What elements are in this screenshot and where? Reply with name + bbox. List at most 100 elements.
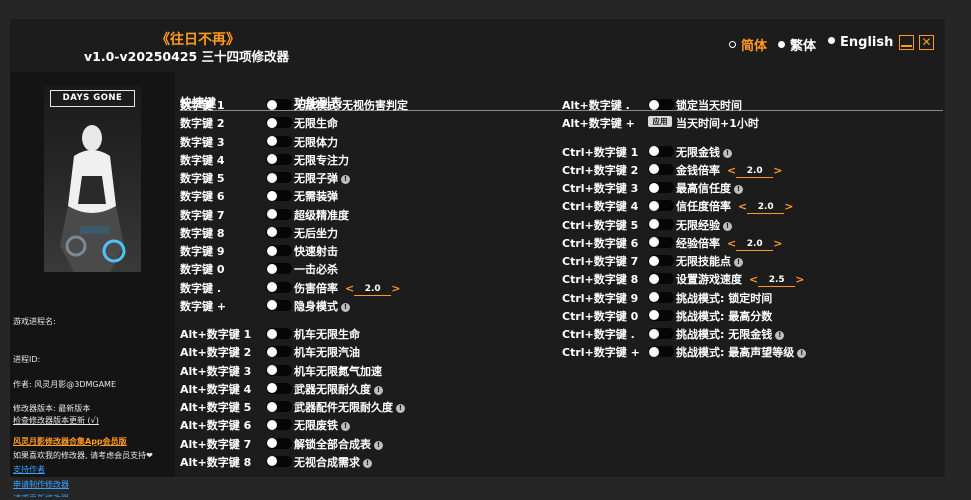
radio-icon (778, 41, 785, 48)
toggle-switch[interactable] (266, 382, 292, 394)
hotkey-label: Ctrl+数字键 2 (562, 163, 639, 177)
multiplier-input[interactable]: 2.0 (736, 238, 774, 251)
increase-arrow-icon[interactable]: > (784, 200, 793, 213)
toggle-switch[interactable] (266, 328, 292, 339)
cheat-row: Alt+数字键 8 无视合成需求! (180, 453, 570, 471)
cheat-row: 数字键 4 无限专注力 (180, 151, 570, 169)
cheat-row: Alt+数字键 4 武器无限耐久度! (180, 380, 570, 398)
toggle-switch[interactable] (648, 273, 674, 285)
warning-icon: ! (734, 258, 743, 267)
increase-arrow-icon[interactable]: > (795, 273, 804, 286)
cheat-name-text: 锁定当天时间 (676, 99, 742, 112)
cheat-name: 武器配件无限耐久度! (294, 399, 405, 415)
cheat-name-text: 伤害倍率 (294, 281, 338, 295)
cheat-name: 解锁全部合成表! (294, 436, 383, 452)
cheat-name: 挑战模式: 最高分数 (676, 308, 772, 324)
decrease-arrow-icon[interactable]: < (727, 164, 736, 177)
decrease-arrow-icon[interactable]: < (749, 273, 758, 286)
hotkey-label: Alt+数字键 7 (180, 437, 252, 451)
toggle-switch[interactable] (266, 299, 292, 311)
more-link[interactable]: 请求更新修改器 (13, 493, 69, 497)
cheat-row: Ctrl+数字键 6 经验倍率 <2.0 > (562, 234, 942, 252)
lang-traditional[interactable]: 繁体 (778, 35, 816, 54)
toggle-switch[interactable] (266, 172, 292, 183)
toggle-switch[interactable] (266, 346, 292, 358)
toggle-switch[interactable] (648, 291, 674, 303)
multiplier-input[interactable]: 2.0 (354, 283, 392, 296)
check-update-link[interactable]: 检查修改器版本更新 (√) (13, 415, 99, 426)
author-label: 作者: 风灵月影@3DMGAME (13, 380, 117, 389)
apply-button[interactable]: 应用 (648, 116, 672, 128)
hotkey-label: Alt+数字键 8 (180, 455, 252, 469)
cheat-row: 数字键 + 隐身模式! (180, 297, 570, 315)
cheat-name: 机车无限生命 (294, 326, 360, 342)
cheat-name-text: 无限技能点 (676, 255, 731, 268)
toggle-switch[interactable] (266, 190, 292, 202)
increase-arrow-icon[interactable]: > (391, 282, 400, 295)
cheat-name-text: 金钱倍率 (676, 163, 720, 177)
toggle-switch[interactable] (266, 364, 292, 376)
cheat-name-text: 挑战模式: 最高分数 (676, 309, 773, 323)
cheat-name: 无限体力 (294, 134, 338, 150)
toggle-switch[interactable] (266, 135, 292, 147)
toggle-switch[interactable] (648, 163, 674, 175)
toggle-switch[interactable] (266, 153, 292, 165)
toggle-switch[interactable] (266, 281, 292, 293)
trainer-subtitle: v1.0-v20250425 三十四项修改器 (84, 49, 290, 64)
toggle-switch[interactable] (648, 182, 674, 193)
support-author-link[interactable]: 支持作者 (13, 464, 45, 475)
toggle-switch[interactable] (266, 208, 292, 220)
cheat-name: 当天时间+1小时 (676, 115, 759, 131)
cheat-name: 无限专注力 (294, 152, 349, 168)
toggle-switch[interactable] (266, 263, 292, 275)
request-trainer-link[interactable]: 申请制作修改器 (13, 479, 69, 490)
cheat-name-text: 无限经验 (676, 218, 720, 232)
cheat-row: Ctrl+数字键 8 设置游戏速度 <2.5 > (562, 270, 942, 288)
app-promo-link[interactable]: 风灵月影修改器合集App会员版 (13, 436, 127, 447)
toggle-switch[interactable] (648, 99, 674, 110)
cheat-name: 无限经验! (676, 217, 732, 233)
multiplier-input[interactable]: 2.5 (758, 274, 796, 288)
multiplier-input[interactable]: 2.0 (747, 201, 785, 215)
sidebar: DAYS GONE 游戏进程名: 进程ID: 作者: 风灵月影@3DMGAME … (10, 72, 175, 497)
value-spinner: <2.0 > (738, 200, 793, 215)
toggle-switch[interactable] (648, 346, 674, 358)
warning-icon: ! (363, 458, 372, 468)
increase-arrow-icon[interactable]: > (773, 164, 782, 177)
decrease-arrow-icon[interactable]: < (727, 237, 736, 250)
toggle-switch[interactable] (266, 419, 292, 431)
close-button[interactable]: ✕ (919, 35, 934, 50)
toggle-switch[interactable] (648, 328, 674, 339)
radio-selected-icon (729, 41, 736, 48)
toggle-switch[interactable] (266, 401, 292, 412)
hotkey-label: Ctrl+数字键 + (562, 346, 640, 360)
hotkey-label: Alt+数字键 6 (180, 419, 252, 433)
cheat-name: 挑战模式: 无限金钱! (676, 326, 785, 342)
cheat-name-text: 挑战模式: 无限金钱 (676, 328, 773, 341)
cheat-name-text: 挑战模式: 最高声望等级 (676, 346, 795, 360)
increase-arrow-icon[interactable]: > (773, 237, 782, 250)
toggle-switch[interactable] (266, 99, 292, 110)
cheat-name: 伤害倍率 <2.0 > (294, 280, 400, 296)
decrease-arrow-icon[interactable]: < (345, 282, 354, 295)
cheat-name: 设置游戏速度 <2.5 > (676, 271, 804, 288)
toggle-switch[interactable] (266, 455, 292, 467)
toggle-switch[interactable] (648, 236, 674, 248)
decrease-arrow-icon[interactable]: < (738, 200, 747, 213)
multiplier-input[interactable]: 2.0 (736, 165, 774, 178)
minimize-button[interactable] (899, 35, 914, 50)
toggle-switch[interactable] (648, 218, 674, 230)
toggle-switch[interactable] (648, 200, 674, 212)
toggle-switch[interactable] (266, 117, 292, 129)
toggle-switch[interactable] (266, 245, 292, 256)
toggle-switch[interactable] (648, 255, 674, 266)
lang-simplified[interactable]: 简体 (729, 35, 767, 54)
lang-english[interactable]: English (828, 35, 893, 50)
toggle-switch[interactable] (266, 226, 292, 238)
toggle-switch[interactable] (648, 145, 674, 157)
toggle-switch[interactable] (648, 309, 674, 321)
cheat-name: 机车无限汽油 (294, 344, 360, 360)
toggle-switch[interactable] (266, 437, 292, 449)
cheat-name: 无敌模式/无视伤害判定 (294, 97, 408, 113)
cheat-name: 无限子弹! (294, 170, 350, 186)
